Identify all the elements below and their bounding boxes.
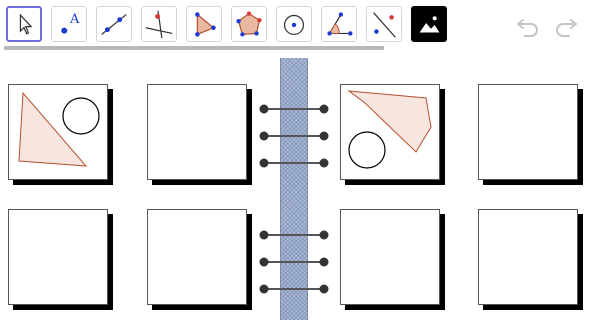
card-top-center-left[interactable] (147, 84, 252, 185)
undo-button[interactable] (514, 12, 542, 40)
ring-binder (258, 127, 330, 141)
image-tool-button[interactable] (411, 6, 447, 42)
perpendicular-line-tool-button[interactable] (141, 6, 177, 42)
ring-binder (258, 253, 330, 267)
point-tool-button[interactable]: A (51, 6, 87, 42)
redo-button[interactable] (552, 12, 580, 40)
angle-tool-button[interactable] (321, 6, 357, 42)
line-tool-button[interactable] (96, 6, 132, 42)
regular-polygon-tool-button[interactable] (231, 6, 267, 42)
image-icon (412, 7, 446, 41)
polygon-tool-button[interactable] (186, 6, 222, 42)
card-bottom-right[interactable] (478, 209, 583, 310)
circle-shape (62, 97, 100, 135)
card-top-left[interactable] (8, 84, 113, 185)
card-bottom-center-left[interactable] (147, 209, 252, 310)
card-face (8, 209, 108, 305)
ring-binder (258, 280, 330, 294)
reflect-about-line-icon (367, 7, 401, 41)
cursor-arrow-icon (8, 8, 40, 40)
card-face (340, 209, 440, 305)
toolbar: A (0, 0, 600, 52)
ring-binder (258, 226, 330, 240)
reflect-tool-button[interactable] (366, 6, 402, 42)
redo-arrow-icon (552, 19, 580, 44)
ring-binder (258, 154, 330, 168)
point-label: A (70, 12, 80, 27)
circle-tool-button[interactable] (276, 6, 312, 42)
pentagon-icon (232, 7, 266, 41)
toolbar-separator (4, 46, 384, 50)
card-face (147, 84, 247, 180)
card-face (478, 209, 578, 305)
circle-shape (348, 131, 386, 169)
line-through-two-points-icon (97, 7, 131, 41)
card-bottom-left[interactable] (8, 209, 113, 310)
card-bottom-center-right[interactable] (340, 209, 445, 310)
card-face (8, 84, 108, 180)
point-with-label-icon (52, 7, 86, 41)
undo-arrow-icon (514, 19, 542, 44)
perpendicular-line-icon (142, 7, 176, 41)
card-face (340, 84, 440, 180)
card-face (147, 209, 247, 305)
move-tool-button[interactable] (6, 6, 42, 42)
ring-binder (258, 100, 330, 114)
card-top-right[interactable] (478, 84, 583, 185)
angle-icon (322, 7, 356, 41)
polygon-icon (187, 7, 221, 41)
card-top-center-right[interactable] (340, 84, 445, 185)
circle-with-center-icon (277, 7, 311, 41)
card-face (478, 84, 578, 180)
